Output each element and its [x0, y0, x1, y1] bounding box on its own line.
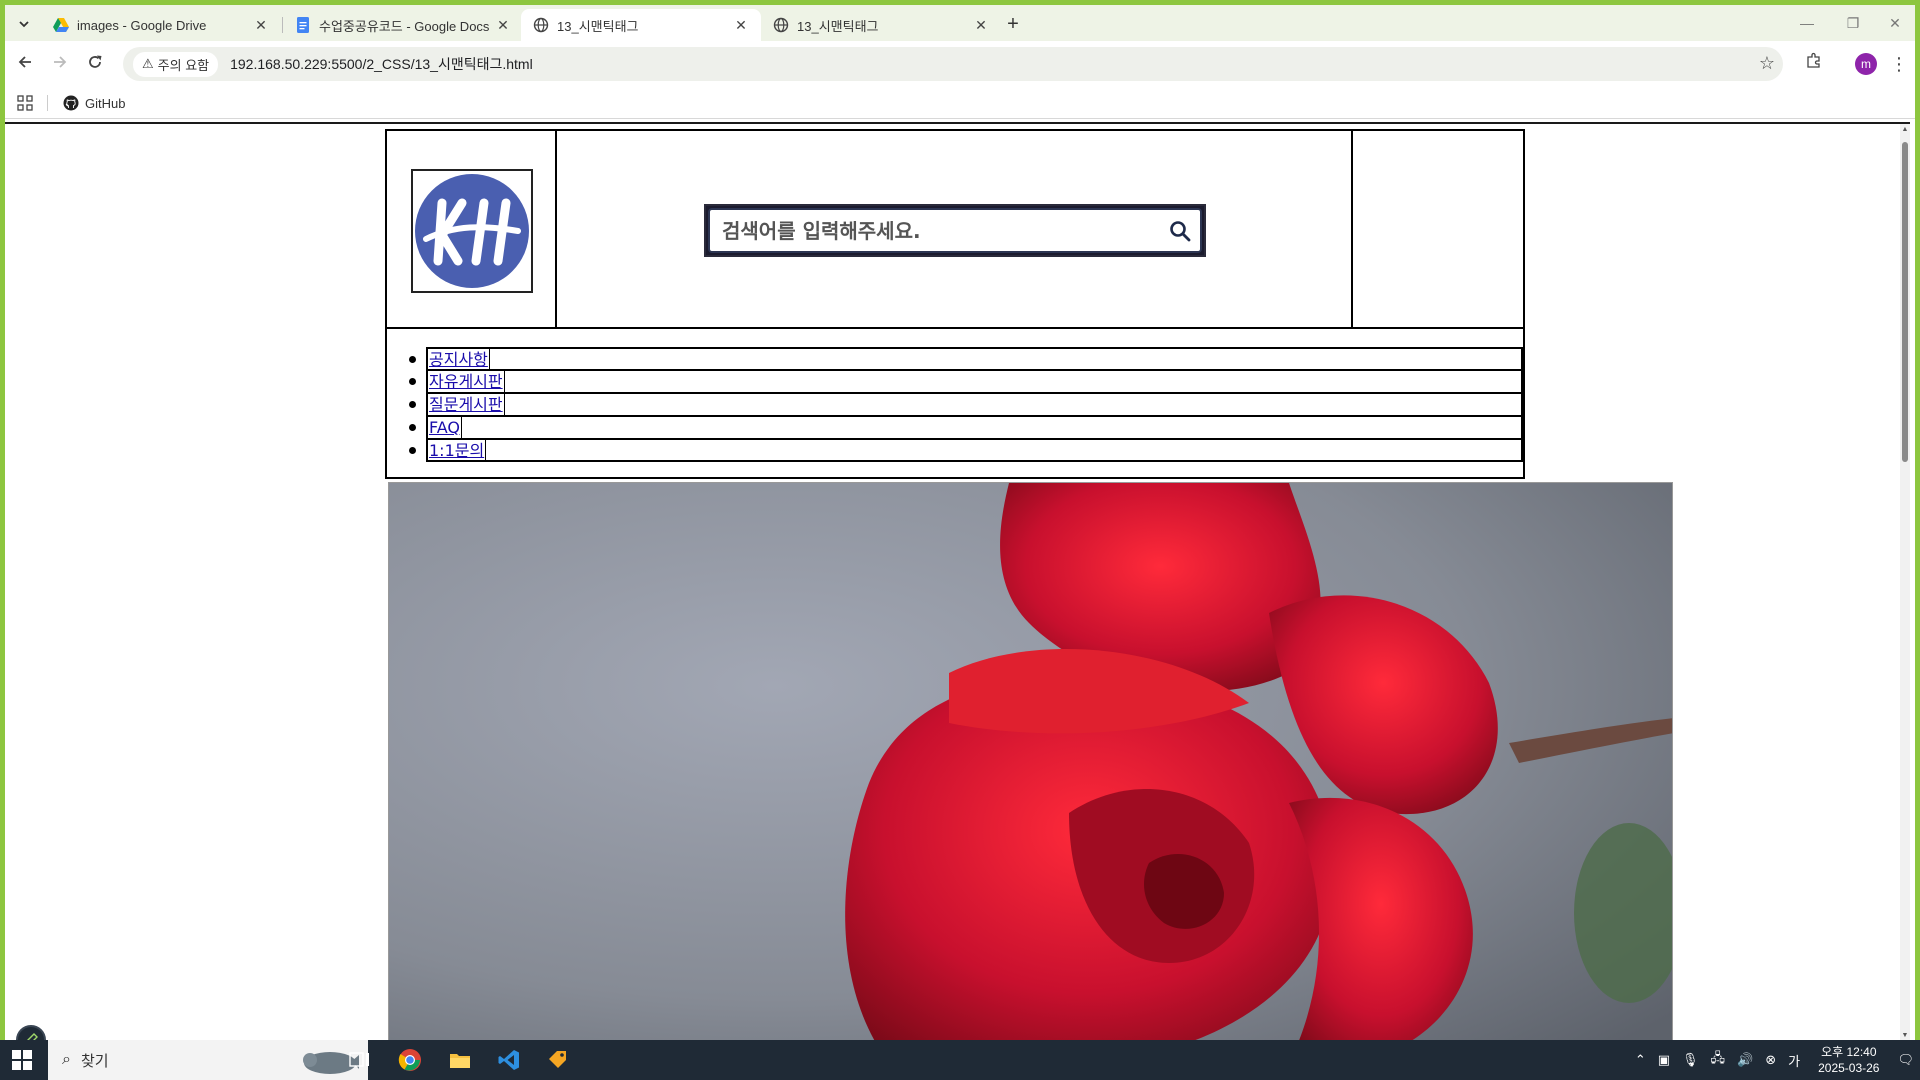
tab-google-drive[interactable]: images - Google Drive ✕ [41, 9, 281, 41]
notification-center-icon[interactable]: 🗨 [1897, 1052, 1914, 1068]
chevron-down-icon [19, 21, 29, 28]
site-logo[interactable] [411, 169, 533, 293]
close-window-button[interactable]: ✕ [1873, 11, 1915, 35]
bookmark-separator [47, 95, 48, 111]
search-icon [1170, 220, 1191, 241]
camera-icon[interactable]: ▣ [1658, 1052, 1670, 1068]
nav-link-free-board[interactable]: 자유게시판 [428, 371, 505, 392]
apps-grid-icon[interactable] [17, 95, 33, 111]
header-side-cell [1353, 131, 1523, 327]
forward-button[interactable] [46, 50, 74, 78]
new-tab-button[interactable]: + [999, 11, 1027, 39]
close-icon[interactable]: ✕ [733, 17, 749, 34]
microphone-icon[interactable]: 🎙 [1682, 1052, 1699, 1068]
security-label: 주의 요함 [157, 57, 210, 73]
bookmark-star-icon[interactable]: ☆ [1759, 53, 1775, 74]
tab-google-docs[interactable]: 수업중공유코드 - Google Docs ✕ [283, 9, 523, 41]
globe-icon [533, 17, 549, 33]
windows-taskbar: ⌕ 찾기 ⌃ ▣ 🎙 🖧 🔊 ⊗ 가 오후 12:40 2025-03-26 🗨 [0, 1040, 1920, 1080]
taskbar-search[interactable]: ⌕ 찾기 [48, 1040, 368, 1080]
back-button[interactable] [11, 50, 39, 78]
chrome-icon[interactable] [398, 1048, 422, 1072]
rose-image [389, 483, 1672, 1040]
clock-date: 2025-03-26 [1818, 1061, 1880, 1075]
extensions-button[interactable] [1800, 50, 1828, 78]
tab-title: 13_시맨틱태그 [557, 18, 639, 34]
reload-button[interactable] [81, 50, 109, 78]
minimize-button[interactable]: — [1785, 11, 1829, 35]
network-icon[interactable]: 🖧 [1711, 1049, 1726, 1071]
tab-bar: images - Google Drive ✕ 수업중공유코드 - Google… [5, 5, 1915, 41]
search-form [704, 204, 1206, 257]
nav-list: 공지사항 자유게시판 질문게시판 FAQ 1:1문의 [387, 347, 1523, 462]
scroll-down-icon[interactable]: ▼ [1901, 1032, 1909, 1040]
tab-title: images - Google Drive [77, 17, 207, 33]
search-cell [557, 131, 1353, 327]
ime-icon[interactable]: 가 [1788, 1051, 1800, 1070]
nav-link-inquiry[interactable]: 1:1문의 [428, 440, 487, 460]
reload-icon [89, 55, 102, 68]
search-icon: ⌕ [62, 1051, 71, 1068]
nav-link-qna-board[interactable]: 질문게시판 [428, 394, 505, 415]
security-indicator[interactable]: ⚠ 주의 요함 [133, 51, 219, 77]
warning-icon: ⚠ [142, 56, 154, 71]
search-field-wrapper [708, 208, 1202, 253]
nav-item: FAQ [409, 416, 1523, 439]
clock-time: 오후 12:40 [1821, 1045, 1877, 1059]
vertical-scrollbar[interactable]: ▲ ▼ [1900, 124, 1910, 1040]
github-icon [63, 95, 79, 111]
google-drive-icon [53, 18, 69, 32]
close-icon[interactable]: ✕ [253, 17, 269, 34]
scroll-up-icon[interactable]: ▲ [1901, 126, 1909, 134]
bookmarks-bar: GitHub [5, 87, 1915, 119]
arrow-left-icon [18, 56, 31, 68]
url-text[interactable]: 192.168.50.229:5500/2_CSS/13_시맨틱태그.html [230, 54, 533, 74]
nav-link-notice[interactable]: 공지사항 [428, 349, 490, 369]
nav-item: 1:1문의 [409, 439, 1523, 462]
search-input[interactable] [722, 218, 1160, 243]
puzzle-icon [1807, 52, 1820, 68]
browser-window: images - Google Drive ✕ 수업중공유코드 - Google… [5, 5, 1915, 1040]
close-icon[interactable]: ✕ [973, 17, 989, 34]
tab-active-semantic[interactable]: 13_시맨틱태그 ✕ [521, 9, 761, 41]
chevron-up-icon[interactable]: ⌃ [1635, 1052, 1646, 1068]
globe-icon [773, 17, 789, 33]
profile-avatar[interactable]: m [1855, 53, 1877, 75]
taskbar-search-label: 찾기 [80, 1052, 109, 1070]
tag-app-icon[interactable] [546, 1048, 570, 1072]
scroll-thumb[interactable] [1902, 142, 1908, 462]
more-menu-icon[interactable]: ⋮ [1889, 50, 1909, 78]
address-bar[interactable]: ⚠ 주의 요함 192.168.50.229:5500/2_CSS/13_시맨틱… [123, 47, 1783, 81]
task-view-icon[interactable] [348, 1048, 372, 1072]
nav-item: 질문게시판 [409, 393, 1523, 416]
arrow-right-icon [54, 56, 67, 68]
windows-start-icon[interactable] [12, 1050, 32, 1070]
hero-image [388, 482, 1673, 1040]
bookmark-label: GitHub [85, 95, 126, 111]
nav-item: 자유게시판 [409, 370, 1523, 393]
restore-button[interactable]: ❐ [1831, 11, 1875, 35]
bookmark-github[interactable]: GitHub [63, 93, 125, 113]
search-button[interactable] [1160, 210, 1200, 251]
nav-link-faq[interactable]: FAQ [428, 417, 462, 438]
taskbar-clock[interactable]: 오후 12:40 2025-03-26 [1818, 1044, 1879, 1076]
google-docs-icon [297, 17, 309, 33]
logo-cell [387, 131, 557, 327]
tab-title: 수업중공유코드 - Google Docs [319, 18, 490, 34]
vscode-icon[interactable] [497, 1048, 521, 1072]
page-viewport: 공지사항 자유게시판 질문게시판 FAQ 1:1문의 [5, 122, 1910, 1040]
close-icon[interactable]: ✕ [495, 17, 511, 34]
page-header [385, 129, 1525, 329]
tab-search-button[interactable] [13, 13, 35, 35]
tab-semantic-2[interactable]: 13_시맨틱태그 ✕ [761, 9, 1001, 41]
system-tray: ⌃ ▣ 🎙 🖧 🔊 ⊗ 가 오후 12:40 2025-03-26 🗨 [1629, 1040, 1920, 1080]
kh-logo-icon [415, 174, 529, 288]
volume-icon[interactable]: 🔊 [1737, 1052, 1753, 1068]
tab-title: 13_시맨틱태그 [797, 18, 879, 34]
file-explorer-icon[interactable] [448, 1048, 472, 1072]
status-x-icon[interactable]: ⊗ [1765, 1052, 1776, 1068]
nav-item: 공지사항 [409, 347, 1523, 370]
browser-toolbar: ⚠ 주의 요함 192.168.50.229:5500/2_CSS/13_시맨틱… [5, 41, 1915, 87]
main-nav: 공지사항 자유게시판 질문게시판 FAQ 1:1문의 [385, 329, 1525, 479]
